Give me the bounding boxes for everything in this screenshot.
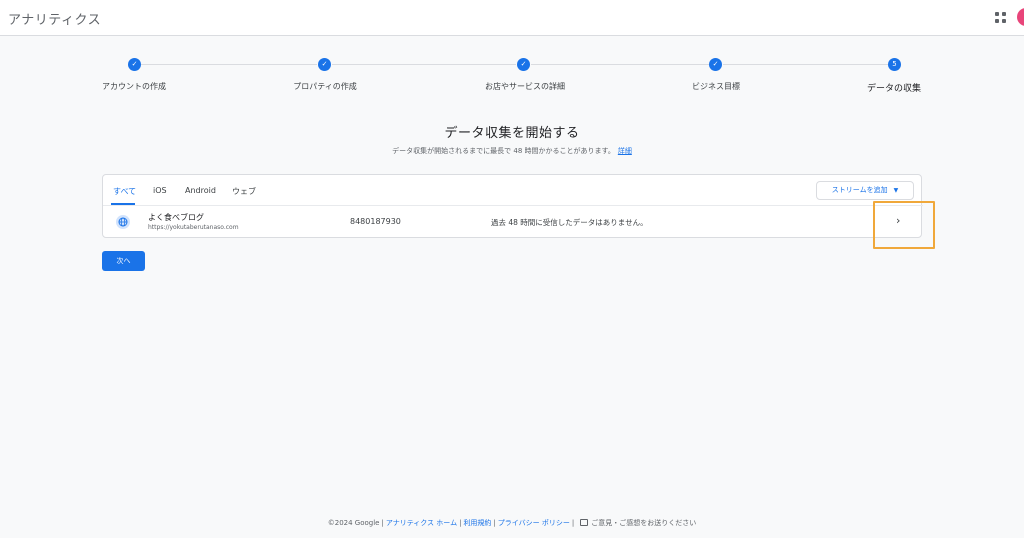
tab-ios[interactable]: iOS bbox=[153, 186, 167, 195]
stream-name: よく食べブログ bbox=[148, 213, 204, 222]
add-stream-label: ストリームを追加 bbox=[831, 186, 888, 194]
active-tab-indicator bbox=[111, 203, 135, 205]
tab-all[interactable]: すべて bbox=[113, 186, 136, 197]
step-label-business-details: お店やサービスの詳細 bbox=[485, 82, 565, 91]
step-5-number: 5 bbox=[888, 58, 901, 71]
data-streams-card: すべて iOS Android ウェブ ストリームを追加 ▼ よく食べブログ ht… bbox=[102, 174, 923, 238]
footer-feedback[interactable]: ご意見・ご感想をお送りください bbox=[591, 519, 696, 527]
step-label-data-collection: データの収集 bbox=[866, 84, 922, 94]
page-subtitle: データ収集が開始されるまでに最長で 48 時間かかることがあります。 詳細 bbox=[0, 146, 1024, 156]
platform-tabs: すべて iOS Android ウェブ ストリームを追加 ▼ bbox=[103, 175, 923, 206]
subtitle-text: データ収集が開始されるまでに最長で 48 時間かかることがあります。 bbox=[392, 147, 615, 155]
stepper-connector bbox=[332, 64, 516, 65]
footer-link-privacy[interactable]: プライバシー ポリシー bbox=[498, 519, 570, 527]
app-title[interactable]: アナリティクス bbox=[8, 9, 101, 28]
step-1-check-icon: ✓ bbox=[128, 58, 141, 71]
next-button[interactable]: 次へ bbox=[102, 251, 145, 271]
step-label-property: プロパティの作成 bbox=[293, 82, 357, 91]
add-stream-button[interactable]: ストリームを追加 ▼ bbox=[816, 181, 914, 200]
tab-android[interactable]: Android bbox=[185, 186, 216, 195]
stepper-connector bbox=[141, 64, 317, 65]
stepper-connector bbox=[531, 64, 709, 65]
step-2-check-icon: ✓ bbox=[318, 58, 331, 71]
details-link[interactable]: 詳細 bbox=[618, 147, 632, 155]
footer: ©2024 Google | アナリティクス ホーム | 利用規約 | プライバシー ポリシ… bbox=[327, 519, 697, 527]
top-bar: アナリティクス bbox=[0, 0, 1024, 36]
avatar[interactable] bbox=[1017, 8, 1024, 26]
step-label-account: アカウントの作成 bbox=[102, 82, 166, 91]
footer-link-analytics-home[interactable]: アナリティクス ホーム bbox=[386, 519, 457, 527]
web-globe-icon bbox=[116, 215, 130, 229]
stream-row[interactable]: よく食べブログ https://yokutaberutanaso.com 848… bbox=[103, 206, 923, 238]
feedback-icon bbox=[580, 519, 589, 526]
stepper-connector bbox=[723, 64, 888, 65]
stream-id: 8480187930 bbox=[350, 217, 401, 226]
step-label-business-goals: ビジネス目標 bbox=[692, 82, 740, 91]
tab-web[interactable]: ウェブ bbox=[232, 186, 256, 197]
chevron-right-icon[interactable]: › bbox=[896, 214, 900, 227]
dropdown-caret-icon: ▼ bbox=[893, 187, 899, 194]
apps-grid-icon[interactable] bbox=[995, 12, 1007, 24]
stream-status: 過去 48 時間に受信したデータはありません。 bbox=[491, 218, 648, 227]
footer-link-terms[interactable]: 利用規約 bbox=[463, 519, 491, 527]
stream-url: https://yokutaberutanaso.com bbox=[148, 224, 239, 231]
step-3-check-icon: ✓ bbox=[517, 58, 530, 71]
footer-copyright: ©2024 Google bbox=[327, 519, 380, 527]
step-4-check-icon: ✓ bbox=[709, 58, 722, 71]
page-title: データ収集を開始する bbox=[444, 126, 580, 141]
